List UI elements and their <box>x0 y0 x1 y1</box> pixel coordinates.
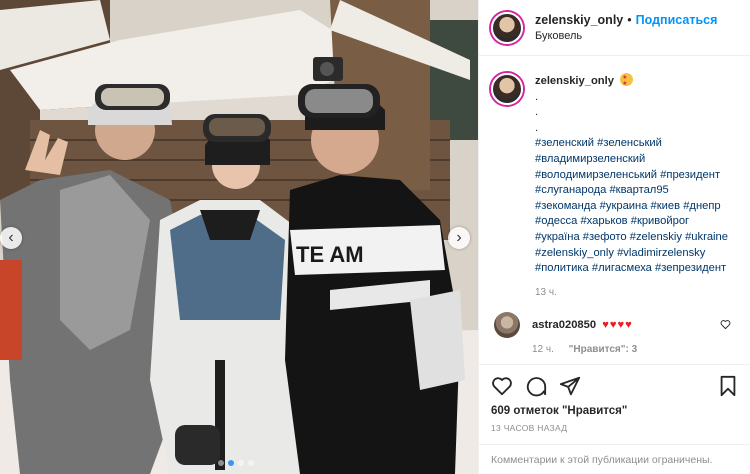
post-actions: 609 отметок "Нравится" 13 ЧАСОВ НАЗАД Ко… <box>479 364 750 474</box>
chevron-left-icon: ‹ <box>8 229 14 246</box>
comment-meta: 12 ч. "Нравится": 3 <box>532 344 739 355</box>
header-separator: • <box>627 13 632 27</box>
carousel-dots <box>218 460 254 466</box>
bookmark-save-icon[interactable] <box>717 375 739 397</box>
comment-item: astra020850 ♥♥♥♥ <box>491 312 739 339</box>
carousel-dot <box>238 460 244 466</box>
like-heart-icon[interactable] <box>491 375 513 397</box>
post-photo: TE AM ‹ › <box>0 0 478 474</box>
comment-like-heart-icon[interactable] <box>720 319 731 330</box>
comment-likes[interactable]: "Нравится": 3 <box>569 344 638 355</box>
location-link[interactable]: Буковель <box>535 30 717 42</box>
hashtag-line[interactable]: #одесса #харьков #кривойрог <box>535 214 728 230</box>
comment-time: 12 ч. <box>532 344 554 356</box>
comment-bubble-icon[interactable] <box>525 375 547 397</box>
caption-dot: . <box>535 90 539 103</box>
likes-count[interactable]: 609 отметок "Нравится" <box>479 405 750 417</box>
follow-button[interactable]: Подписаться <box>636 13 718 27</box>
hashtag-line[interactable]: #слуганарода #квартал95 <box>535 183 728 199</box>
photo-scene: TE AM <box>0 0 478 474</box>
caption-time: 13 ч. <box>535 286 557 298</box>
carousel-dot-active <box>228 460 234 466</box>
hashtag-line[interactable]: #политика #лигасмеха #зепрезидент <box>535 261 728 277</box>
carousel-dot <box>248 460 254 466</box>
hashtag-line[interactable]: #зекоманда #украина #киев #днепр <box>535 199 728 215</box>
avatar[interactable] <box>491 11 523 44</box>
comments-section: zelenskiy_only ★ ★ . . . #зеленский #зел… <box>479 57 750 364</box>
post-side-panel: zelenskiy_only • Подписаться Буковель ze… <box>478 0 750 474</box>
caption-dot: . <box>535 121 539 134</box>
carousel-dot <box>218 460 224 466</box>
star-struck-emoji-icon: ★ ★ <box>620 73 634 87</box>
caption-username[interactable]: zelenskiy_only <box>535 75 614 87</box>
post-header: zelenskiy_only • Подписаться Буковель <box>479 0 750 56</box>
jacket-lettering: TE AM <box>296 242 364 267</box>
hashtag-line[interactable]: #владимирзеленский <box>535 152 728 168</box>
comment-avatar[interactable] <box>494 312 520 339</box>
chevron-right-icon: › <box>456 229 462 246</box>
comments-restricted-notice: Комментарии к этой публикации ограничены… <box>479 444 750 474</box>
carousel-prev-button[interactable]: ‹ <box>0 227 22 249</box>
hashtag-line[interactable]: #україна #зефото #zelenskiy #ukraine <box>535 230 728 246</box>
comment-username[interactable]: astra020850 <box>532 319 596 331</box>
comment-text: ♥♥♥♥ <box>602 319 633 332</box>
hashtag-line[interactable]: #володимирзеленський #президент <box>535 168 728 184</box>
caption-avatar[interactable] <box>491 73 523 105</box>
carousel-next-button[interactable]: › <box>448 227 470 249</box>
share-send-icon[interactable] <box>559 375 581 397</box>
hashtag-line[interactable]: #zelenskiy_only #vladimirzelensky <box>535 246 728 262</box>
hashtag-line[interactable]: #зеленский #зеленський <box>535 136 728 152</box>
header-username[interactable]: zelenskiy_only <box>535 13 623 27</box>
caption-dot: . <box>535 106 539 119</box>
caption: zelenskiy_only ★ ★ . . . #зеленский #зел… <box>491 73 739 300</box>
post-timestamp: 13 ЧАСОВ НАЗАД <box>491 423 568 433</box>
